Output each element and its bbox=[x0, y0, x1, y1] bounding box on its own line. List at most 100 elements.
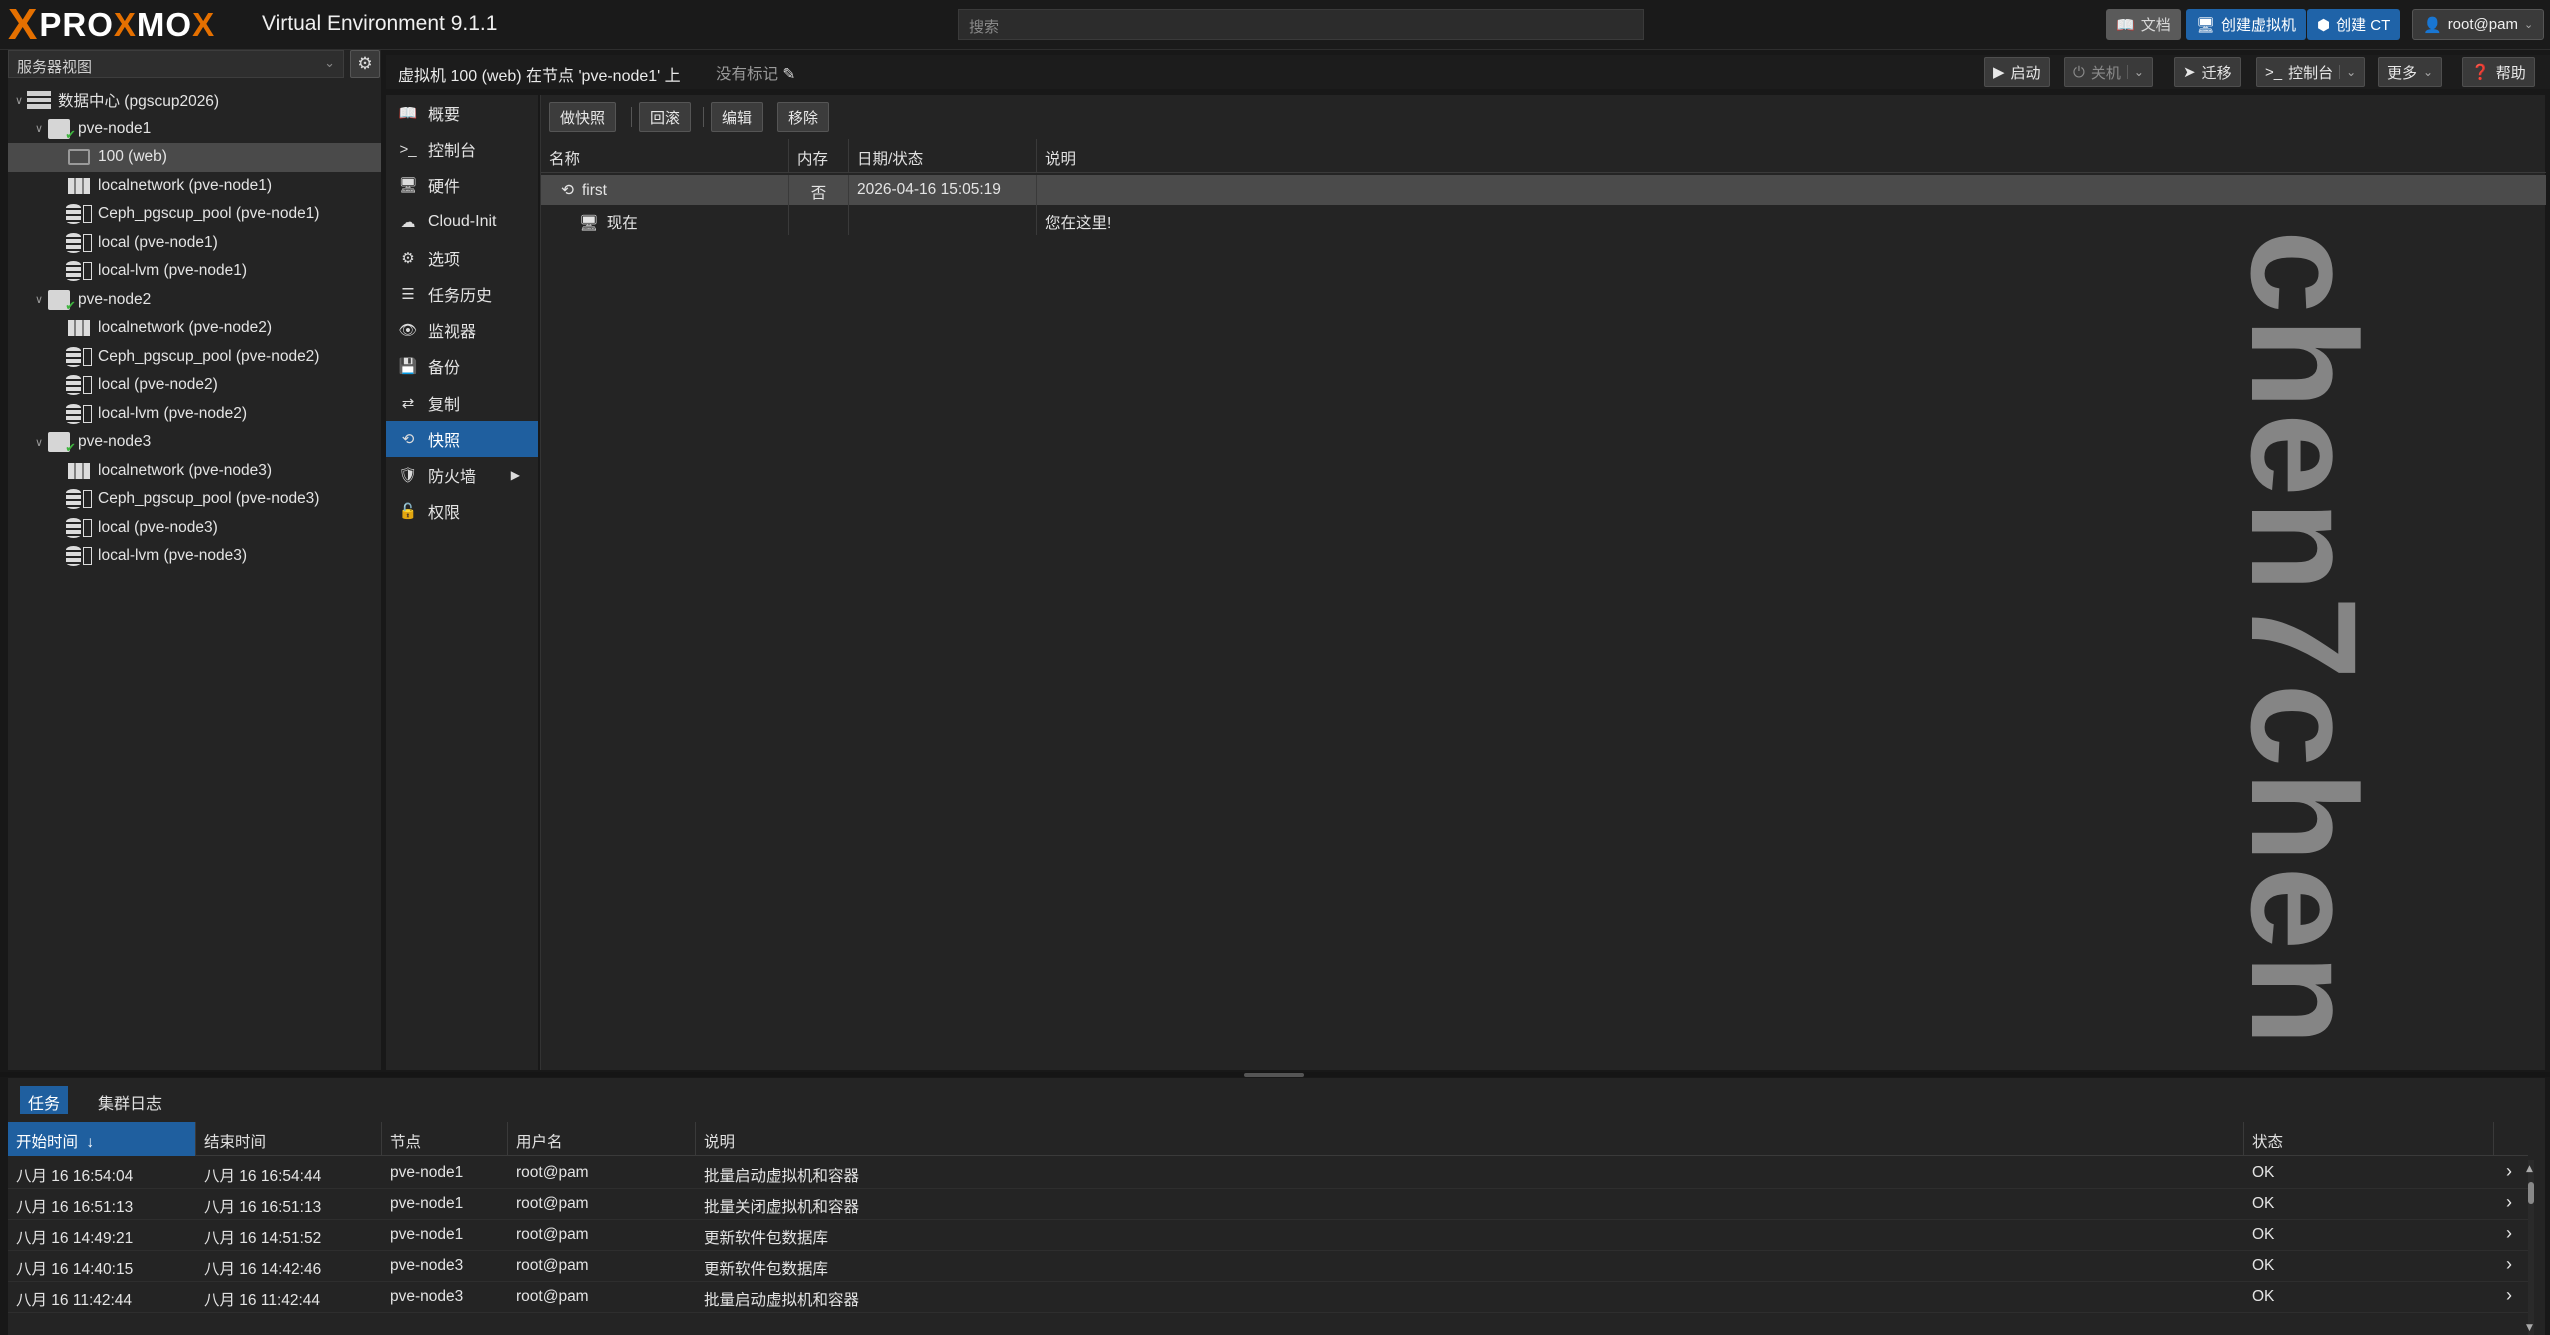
scrollbar-thumb[interactable] bbox=[2528, 1182, 2534, 1204]
column-user[interactable]: 用户名 bbox=[508, 1122, 696, 1156]
tree-item-network[interactable]: localnetwork (pve-node2) bbox=[8, 314, 381, 343]
column-date[interactable]: 日期/状态 bbox=[849, 139, 1037, 173]
column-node[interactable]: 节点 bbox=[382, 1122, 508, 1156]
tree-item-datacenter[interactable]: ∨ 数据中心 (pgscup2026) bbox=[8, 86, 381, 115]
chevron-right-icon[interactable]: › bbox=[2498, 1158, 2520, 1189]
tree-settings-button[interactable]: ⚙ bbox=[350, 50, 380, 78]
nav-item-cloud-init[interactable]: ☁ Cloud-Init bbox=[386, 204, 538, 240]
search-input[interactable]: 搜索 bbox=[958, 9, 1644, 40]
user-menu-button[interactable]: 👤 root@pam ⌄ bbox=[2412, 9, 2545, 40]
column-ram[interactable]: 内存 bbox=[789, 139, 849, 173]
chevron-right-icon[interactable]: › bbox=[2498, 1251, 2520, 1282]
chevron-down-icon[interactable]: ⌄ bbox=[2126, 65, 2144, 79]
start-button[interactable]: ▶ 启动 bbox=[1984, 57, 2050, 87]
tab-tasks[interactable]: 任务 bbox=[20, 1086, 69, 1114]
help-button[interactable]: ❓ 帮助 bbox=[2462, 57, 2535, 87]
tree-item-storage[interactable]: local-lvm (pve-node1) bbox=[8, 257, 381, 286]
table-row[interactable]: 八月 16 16:54:04 八月 16 16:54:44 pve-node1 … bbox=[8, 1158, 2528, 1189]
tree-item-node[interactable]: ∨ pve-node1 bbox=[8, 115, 381, 144]
rollback-button[interactable]: 回滚 bbox=[639, 102, 692, 132]
tree-item-node[interactable]: ∨ pve-node3 bbox=[8, 428, 381, 457]
question-icon: ❓ bbox=[2471, 64, 2490, 81]
database-icon bbox=[66, 232, 92, 254]
nav-item-permissions[interactable]: 🔓 权限 bbox=[386, 493, 538, 529]
tree-item-storage[interactable]: local-lvm (pve-node3) bbox=[8, 542, 381, 571]
tab-cluster-log[interactable]: 集群日志 bbox=[90, 1086, 170, 1114]
chevron-right-icon[interactable]: › bbox=[2498, 1220, 2520, 1251]
column-description[interactable]: 说明 bbox=[696, 1122, 2244, 1156]
take-snapshot-button[interactable]: 做快照 bbox=[549, 102, 617, 132]
nav-label: 硬件 bbox=[428, 179, 461, 197]
nav-item-hardware[interactable]: 🖥 硬件 bbox=[386, 167, 538, 203]
tree-item-storage[interactable]: Ceph_pgscup_pool (pve-node1) bbox=[8, 200, 381, 229]
nav-label: 任务历史 bbox=[428, 288, 493, 306]
nav-item-summary[interactable]: 📖 概要 bbox=[386, 95, 538, 131]
table-row[interactable]: 八月 16 11:42:44 八月 16 11:42:44 pve-node3 … bbox=[8, 1282, 2528, 1313]
tree-item-node[interactable]: ∨ pve-node2 bbox=[8, 286, 381, 315]
floppy-icon: 💾 bbox=[398, 358, 418, 376]
user-icon: 👤 bbox=[2423, 16, 2442, 34]
scroll-down-icon[interactable]: ▼ bbox=[2526, 1323, 2533, 1333]
splitter-handle[interactable] bbox=[1244, 1073, 1304, 1077]
proxmox-logo[interactable]: X PROXMOX bbox=[8, 3, 216, 47]
tree-item-label: localnetwork (pve-node1) bbox=[98, 176, 273, 194]
column-end-time[interactable]: 结束时间 bbox=[196, 1122, 382, 1156]
chevron-down-icon[interactable]: ⌄ bbox=[2339, 65, 2356, 79]
unlock-icon: 🔓 bbox=[398, 503, 418, 521]
caret-right-icon[interactable]: ▶ bbox=[511, 468, 520, 482]
column-description[interactable]: 说明 bbox=[1037, 139, 2546, 173]
column-start-time[interactable]: 开始时间 ↓ bbox=[8, 1122, 196, 1156]
shutdown-button[interactable]: ⏻ 关机 ⌄ bbox=[2064, 57, 2153, 87]
nav-item-snapshots[interactable]: ⟲ 快照 bbox=[386, 420, 538, 457]
tree-item-vm[interactable]: 100 (web) bbox=[8, 143, 381, 172]
column-name[interactable]: 名称 bbox=[541, 139, 789, 173]
column-status[interactable]: 状态 bbox=[2244, 1122, 2494, 1156]
tree-item-network[interactable]: localnetwork (pve-node1) bbox=[8, 172, 381, 201]
create-ct-button[interactable]: ⬢ 创建 CT bbox=[2307, 9, 2401, 40]
edit-button[interactable]: 编辑 bbox=[711, 102, 764, 132]
nav-item-console[interactable]: >_ 控制台 bbox=[386, 131, 538, 167]
tags-editor[interactable]: 没有标记 ✎ bbox=[716, 62, 795, 84]
nav-item-options[interactable]: ⚙ 选项 bbox=[386, 240, 538, 276]
gear-icon: ⚙ bbox=[401, 249, 415, 267]
table-row[interactable]: 八月 16 14:49:21 八月 16 14:51:52 pve-node1 … bbox=[8, 1220, 2528, 1251]
task-log-scrollbar[interactable]: ▲ ▼ bbox=[2525, 1160, 2537, 1335]
tree-item-storage[interactable]: local-lvm (pve-node2) bbox=[8, 400, 381, 429]
nav-item-task-history[interactable]: ☰ 任务历史 bbox=[386, 276, 538, 312]
nav-item-replication[interactable]: ⇄ 复制 bbox=[386, 385, 538, 421]
tree-item-storage[interactable]: local (pve-node3) bbox=[8, 514, 381, 543]
chevron-right-icon[interactable]: › bbox=[2498, 1282, 2520, 1313]
task-start: 八月 16 16:51:13 bbox=[16, 1199, 134, 1216]
pencil-icon[interactable]: ✎ bbox=[782, 66, 795, 83]
nav-item-monitor[interactable]: 👁 监视器 bbox=[386, 312, 538, 348]
app-title: Virtual Environment 9.1.1 bbox=[262, 12, 498, 35]
database-icon bbox=[66, 374, 92, 396]
collapse-icon[interactable]: ∨ bbox=[32, 436, 46, 449]
snapshot-row[interactable]: ⟲ first 否 2026-04-16 15:05:19 bbox=[541, 175, 2546, 205]
more-button[interactable]: 更多 ⌄ bbox=[2378, 57, 2443, 87]
nav-item-firewall[interactable]: 🛡 防火墙 ▶ bbox=[386, 457, 538, 493]
table-row[interactable]: 八月 16 14:40:15 八月 16 14:42:46 pve-node3 … bbox=[8, 1251, 2528, 1282]
tree-item-storage[interactable]: Ceph_pgscup_pool (pve-node2) bbox=[8, 343, 381, 372]
collapse-icon[interactable]: ∨ bbox=[32, 122, 46, 135]
view-selector[interactable]: 服务器视图 ⌄ bbox=[8, 50, 344, 78]
database-icon bbox=[66, 346, 92, 368]
remove-button[interactable]: 移除 bbox=[777, 102, 830, 132]
tree-item-storage[interactable]: Ceph_pgscup_pool (pve-node3) bbox=[8, 485, 381, 514]
chevron-right-icon[interactable]: › bbox=[2498, 1189, 2520, 1220]
node-online-icon bbox=[46, 431, 76, 456]
collapse-icon[interactable]: ∨ bbox=[32, 293, 46, 306]
table-row[interactable]: 八月 16 16:51:13 八月 16 16:51:13 pve-node1 … bbox=[8, 1189, 2528, 1220]
tree-item-network[interactable]: localnetwork (pve-node3) bbox=[8, 457, 381, 486]
docs-button[interactable]: 📖 文档 bbox=[2106, 9, 2181, 40]
scroll-up-icon[interactable]: ▲ bbox=[2526, 1164, 2533, 1174]
create-vm-button[interactable]: 🖥 创建虚拟机 bbox=[2186, 9, 2307, 40]
tree-item-storage[interactable]: local (pve-node1) bbox=[8, 229, 381, 258]
console-button[interactable]: >_ 控制台 ⌄ bbox=[2256, 57, 2366, 87]
tree-item-storage[interactable]: local (pve-node2) bbox=[8, 371, 381, 400]
logo-wordmark: PROXMOX bbox=[39, 6, 216, 43]
page-title: 虚拟机 100 (web) 在节点 'pve-node1' 上 bbox=[398, 68, 681, 85]
nav-item-backup[interactable]: 💾 备份 bbox=[386, 348, 538, 384]
collapse-icon[interactable]: ∨ bbox=[12, 94, 26, 107]
migrate-button[interactable]: ➤ 迁移 bbox=[2174, 57, 2241, 87]
